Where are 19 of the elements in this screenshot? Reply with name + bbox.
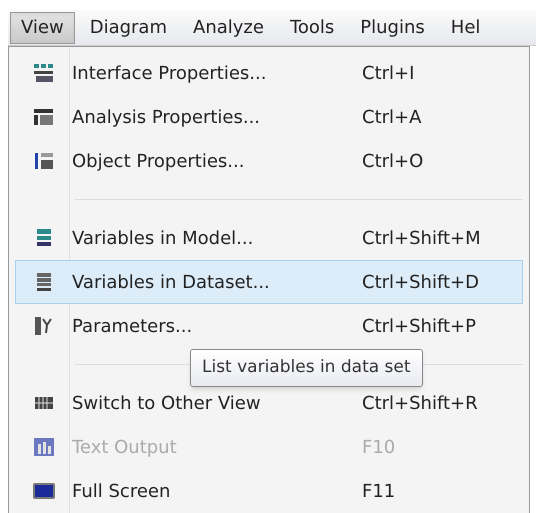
menu-item[interactable]: Interface Properties... Ctrl+I bbox=[15, 51, 523, 95]
menu-bar-item[interactable]: Tools bbox=[278, 12, 346, 44]
menu-item[interactable]: Object Properties... Ctrl+O bbox=[15, 139, 523, 183]
menu-bar-item[interactable]: Diagram bbox=[78, 12, 178, 44]
menu-item[interactable]: Full Screen F11 bbox=[15, 469, 523, 513]
menu-item[interactable]: Variables in Dataset... Ctrl+Shift+D bbox=[15, 260, 523, 304]
menu-bar-item[interactable]: Plugins bbox=[349, 12, 436, 44]
menu-bar-item[interactable]: Hel bbox=[440, 12, 492, 44]
table-icon bbox=[33, 106, 55, 128]
chart-icon bbox=[33, 436, 55, 458]
grid-icon bbox=[33, 62, 55, 84]
screen-icon bbox=[33, 480, 55, 502]
list-icon bbox=[33, 150, 55, 172]
menu-item[interactable]: Parameters... Ctrl+Shift+P bbox=[15, 304, 523, 348]
menu-item[interactable]: Analysis Properties... Ctrl+A bbox=[15, 95, 523, 139]
menu-bar-item[interactable]: Analyze bbox=[182, 12, 275, 44]
menu-item[interactable]: Variables in Model... Ctrl+Shift+M bbox=[15, 216, 523, 260]
tooltip: List variables in data set bbox=[190, 349, 423, 387]
menu-bar-item[interactable]: View bbox=[10, 12, 75, 44]
